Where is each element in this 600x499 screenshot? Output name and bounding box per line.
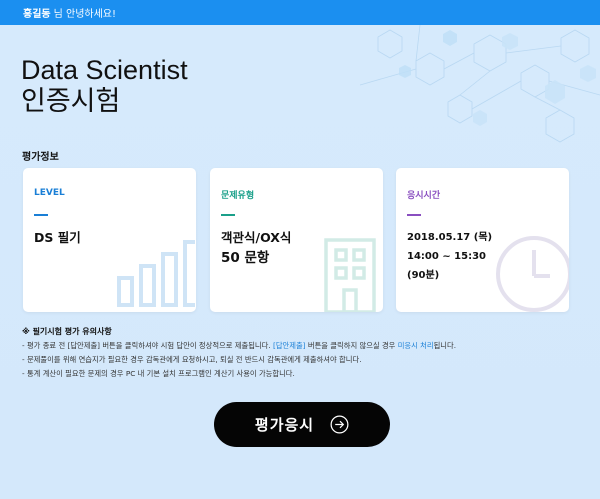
notes-line-1: - 평가 종료 전 [답안제출] 버튼을 클릭하셔야 시험 답안이 정상적으로 …	[22, 339, 456, 353]
notes-line-1-post: 됩니다.	[433, 341, 457, 350]
exam-time-card: 응시시간 2018.05.17 (목) 14:00 ~ 15:30 (90분)	[396, 168, 569, 312]
notes-line-1-pre: - 평가 종료 전 [답안제출] 버튼을 클릭하셔야 시험 답안이 정상적으로 …	[22, 341, 273, 350]
title-line-2: 인증시험	[21, 86, 121, 116]
greeting-text: 님 안녕하세요!	[53, 9, 116, 20]
page-title: Data Scientist 인증시험	[21, 55, 188, 117]
start-exam-label: 평가응시	[254, 416, 315, 434]
exam-time-dash	[407, 214, 421, 216]
notes-heading: ※ 필기시험 평가 유의사항	[22, 327, 112, 336]
building-icon	[324, 238, 376, 312]
arrow-right-circle-icon	[330, 415, 349, 434]
question-type-dash	[221, 214, 235, 216]
submit-answer-link: [답안제출]	[272, 341, 306, 350]
exam-date: 2018.05.17 (목)	[407, 232, 493, 243]
exam-time-value: 2018.05.17 (목) 14:00 ~ 15:30 (90분)	[407, 228, 492, 285]
absence-link: 미응시 처리	[397, 341, 434, 350]
bar-chart-icon	[117, 240, 195, 307]
notes-line-2: - 문제풀이를 위해 연습지가 필요한 경우 감독관에게 요청하시고, 퇴실 전…	[22, 355, 362, 364]
question-type-label: 문제유형	[221, 191, 255, 201]
question-count: 50 문항	[221, 250, 270, 266]
question-type-card: 문제유형 객관식/OX식 50 문항	[210, 168, 383, 312]
level-card: LEVEL DS 필기	[23, 168, 196, 312]
section-label: 평가정보	[22, 152, 59, 163]
exam-time-label: 응시시간	[407, 191, 441, 201]
clock-icon	[496, 236, 569, 312]
hexagon-background-decoration	[360, 25, 600, 143]
level-value: DS 필기	[34, 230, 81, 245]
level-label: LEVEL	[34, 188, 65, 198]
start-exam-button[interactable]: 평가응시	[214, 402, 390, 447]
question-type-line-1: 객관식/OX식	[221, 230, 292, 245]
exam-time-range: 14:00 ~ 15:30	[407, 251, 487, 262]
exam-notes: ※ 필기시험 평가 유의사항 - 평가 종료 전 [답안제출] 버튼을 클릭하셔…	[22, 325, 456, 381]
user-name: 홍길동	[23, 9, 51, 20]
question-type-value: 객관식/OX식 50 문항	[221, 228, 291, 268]
title-line-1: Data Scientist	[21, 55, 188, 85]
notes-line-1-mid: 버튼을 클릭하지 않으실 경우	[305, 341, 398, 350]
exam-duration: (90분)	[407, 270, 440, 281]
notes-line-3: - 통계 계산이 필요한 문제의 경우 PC 내 기본 설치 프로그램인 계산기…	[22, 369, 295, 378]
level-dash	[34, 214, 48, 216]
top-bar: 홍길동 님 안녕하세요!	[0, 0, 600, 25]
